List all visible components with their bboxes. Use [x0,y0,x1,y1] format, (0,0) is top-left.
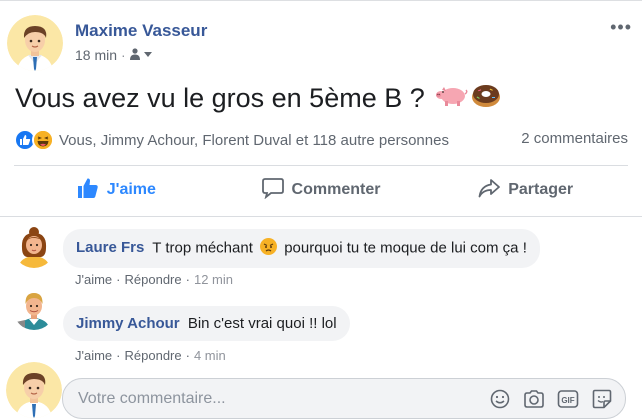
separator: · [116,348,121,363]
comment-bubble: Laure Frs T trop méchant pourquoi tu te … [63,229,540,268]
comment-time[interactable]: 12 min [194,272,233,287]
svg-text:GIF: GIF [561,396,574,405]
camera-icon[interactable] [523,388,545,410]
author-name[interactable]: Maxime Vasseur [75,21,207,41]
divider [14,165,628,166]
donut-icon [471,82,501,115]
top-border [0,0,642,1]
angry-face-icon [260,238,278,259]
comment-reply-link[interactable]: Répondre [125,272,182,287]
comment-actions: J'aime · Répondre · 12 min [75,272,233,287]
reactors-names[interactable]: Vous, Jimmy Achour, Florent Duval et 118… [59,132,449,149]
comment-bubble: Jimmy Achour Bin c'est vrai quoi !! lol [63,306,350,341]
comment-like-link[interactable]: J'aime [75,272,112,287]
commenter-avatar[interactable] [13,226,55,268]
comment-text: Bin c'est vrai quoi !! lol [187,315,337,332]
separator: · [185,272,190,287]
share-button[interactable]: Partager [423,168,628,212]
comment-input[interactable]: Votre commentaire... GIF [62,378,626,419]
meta-separator: · [121,47,126,63]
composer-avatar[interactable] [6,362,62,418]
composer-tools: GIF [489,388,613,410]
post-actions: J'aime Commenter Partager [14,168,628,212]
share-arrow-icon [478,177,501,204]
pig-icon [435,83,469,114]
like-label: J'aime [106,181,156,198]
more-options-icon[interactable]: ••• [610,17,632,38]
reactors-names-text: Vous, Jimmy Achour, Florent Duval et [59,131,309,149]
comment-like-link[interactable]: J'aime [75,348,112,363]
separator: · [116,272,121,287]
post-text: Vous avez vu le gros en 5ème B ? [15,82,501,115]
commenter-avatar[interactable] [13,288,55,330]
sticker-icon[interactable] [591,388,613,410]
comment-text: pourquoi tu te moque de lui com ça ! [284,239,527,257]
comment-item [13,226,55,268]
comment-label: Commenter [291,181,381,198]
comment-text: T trop méchant [152,239,253,257]
comment-input-placeholder: Votre commentaire... [78,390,226,407]
reactions-summary[interactable]: Vous, Jimmy Achour, Florent Duval et 118… [14,126,628,154]
comment-item [13,288,55,330]
like-button[interactable]: J'aime [14,168,219,212]
post-card: Maxime Vasseur 18 min · ••• Vous avez vu… [0,0,642,419]
author-avatar[interactable] [7,15,63,71]
thumbs-up-icon [77,177,99,204]
post-time[interactable]: 18 min [75,47,117,63]
commenter-name[interactable]: Laure Frs [76,239,144,256]
post-text-content: Vous avez vu le gros en 5ème B ? [15,83,425,113]
share-label: Partager [508,181,574,198]
separator: · [185,348,190,363]
reactors-others[interactable]: 118 autre personnes [312,132,449,149]
comment-bubble-icon [261,177,284,204]
comment-reply-link[interactable]: Répondre [125,348,182,363]
comment-actions: J'aime · Répondre · 4 min [75,348,226,363]
divider [0,216,642,217]
emoji-icon[interactable] [489,388,511,410]
friends-icon[interactable] [129,47,154,63]
comment-button[interactable]: Commenter [219,168,424,212]
gif-icon[interactable]: GIF [557,388,579,410]
reaction-icons [14,129,54,151]
comment-time[interactable]: 4 min [194,348,226,363]
comments-count[interactable]: 2 commentaires [521,130,628,147]
haha-icon [32,129,54,151]
post-meta: 18 min · [75,47,154,63]
commenter-name[interactable]: Jimmy Achour [76,315,180,332]
